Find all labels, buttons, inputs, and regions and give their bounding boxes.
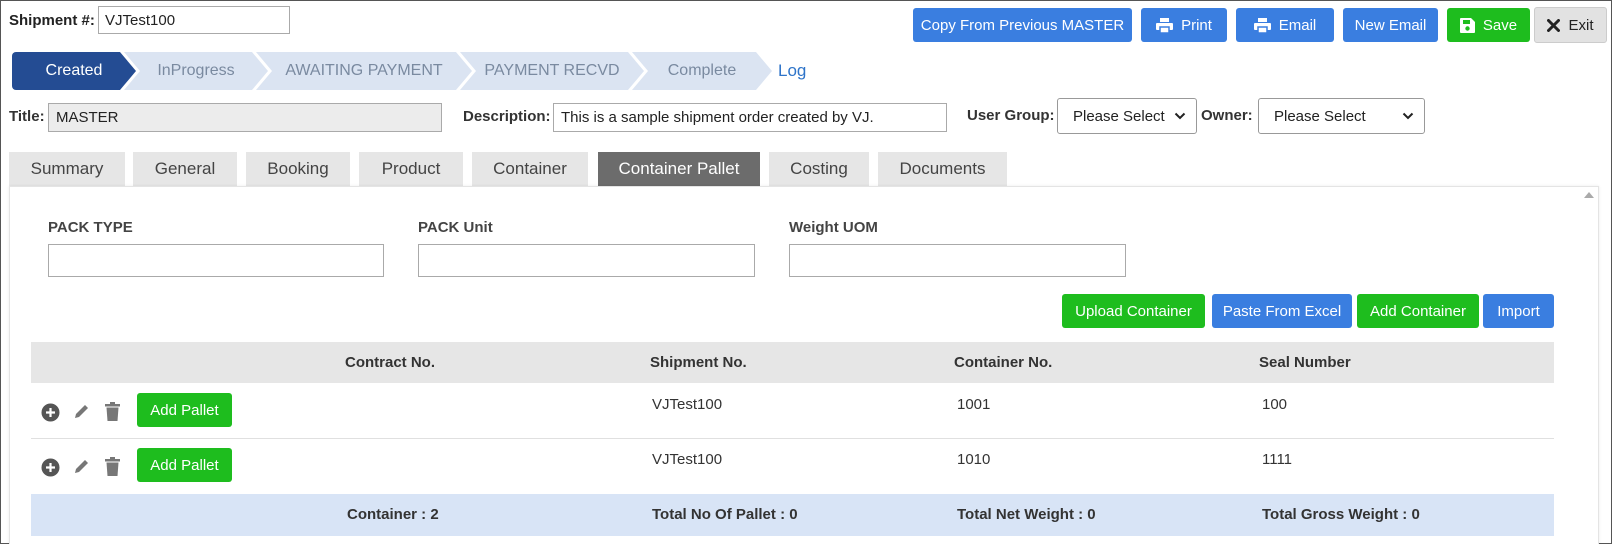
add-pallet-label: Add Pallet [150,456,219,474]
tab-label: Summary [30,159,104,178]
tab-container[interactable]: Container [472,152,588,186]
print-button[interactable]: Print [1141,8,1227,42]
step-payment-recvd[interactable]: PAYMENT RECVD [460,52,644,90]
cell-shipment: VJTest100 [652,396,723,413]
tab-label: General [154,159,216,178]
exit-button[interactable]: Exit [1534,7,1607,43]
total-containers: Container : 2 [347,506,439,523]
pack-unit-label: PACK Unit [418,219,493,236]
pack-type-input[interactable] [48,244,384,277]
scroll-up-arrow[interactable] [1584,192,1594,198]
row-divider [31,438,1554,439]
tab-booking[interactable]: Booking [246,152,350,186]
total-net-weight: Total Net Weight : 0 [957,506,1096,523]
new-email-button-label: New Email [1354,16,1427,34]
tab-product[interactable]: Product [359,152,463,186]
total-pallets: Total No Of Pallet : 0 [652,506,798,523]
weight-uom-input[interactable] [789,244,1126,277]
column-header-container[interactable]: Container No. [954,354,1052,371]
chevron-down-icon [1174,112,1186,120]
pencil-icon[interactable] [72,402,91,421]
tab-label: Container [493,159,567,178]
owner-select[interactable]: Please Select [1258,98,1425,134]
column-header-contract[interactable]: Contract No. [345,354,435,371]
cell-container: 1010 [957,451,991,468]
cell-seal: 1111 [1262,451,1293,468]
print-icon [1156,17,1174,33]
print-icon [1253,17,1271,33]
step-created[interactable]: Created [12,52,136,90]
paste-from-excel-button[interactable]: Paste From Excel [1212,294,1352,328]
tab-general[interactable]: General [133,152,237,186]
add-container-button[interactable]: Add Container [1357,294,1479,328]
user-group-select[interactable]: Please Select [1057,98,1197,134]
shipment-number-label: Shipment #: [9,12,95,29]
floppy-disk-icon [1459,17,1475,33]
tab-label: Documents [899,159,986,178]
close-icon [1547,18,1561,32]
step-complete[interactable]: Complete [632,52,772,90]
add-container-label: Add Container [1370,302,1466,320]
pack-unit-input[interactable] [418,244,755,277]
save-button-label: Save [1482,16,1518,34]
tab-documents[interactable]: Documents [878,152,1007,186]
step-inprogress[interactable]: InProgress [124,52,268,90]
step-label: PAYMENT RECVD [484,62,620,79]
import-button[interactable]: Import [1483,294,1554,328]
tab-label: Container Pallet [618,159,740,178]
total-gross-weight: Total Gross Weight : 0 [1262,506,1420,523]
tab-container-pallet[interactable]: Container Pallet [598,152,760,186]
import-label: Import [1497,302,1540,320]
copy-from-previous-button[interactable]: Copy From Previous MASTER [913,8,1132,42]
owner-value: Please Select [1274,107,1366,125]
exit-button-label: Exit [1568,16,1594,34]
save-button[interactable]: Save [1447,8,1530,42]
upload-container-label: Upload Container [1075,302,1192,320]
pack-type-label: PACK TYPE [48,219,133,236]
pencil-icon[interactable] [72,457,91,476]
tab-label: Costing [790,159,848,178]
shipment-number-input[interactable] [98,6,290,34]
add-pallet-label: Add Pallet [150,401,219,419]
user-group-label: User Group: [967,107,1055,124]
email-button-label: Email [1278,16,1317,34]
step-label: Complete [667,62,737,79]
step-label: AWAITING PAYMENT [285,62,443,79]
step-label: InProgress [157,62,235,79]
print-button-label: Print [1181,16,1212,34]
cell-shipment: VJTest100 [652,451,723,468]
description-label: Description: [463,108,551,125]
title-label: Title: [9,108,45,125]
plus-circle-icon[interactable] [41,458,60,477]
column-header-shipment[interactable]: Shipment No. [650,354,747,371]
chevron-down-icon [1402,112,1414,120]
paste-from-excel-label: Paste From Excel [1222,302,1342,320]
copy-button-label: Copy From Previous MASTER [920,16,1125,34]
trash-icon[interactable] [104,457,121,476]
tab-label: Product [381,159,441,178]
owner-label: Owner: [1201,107,1253,124]
tab-costing[interactable]: Costing [769,152,869,186]
add-pallet-button[interactable]: Add Pallet [137,393,232,427]
step-label: Created [45,62,103,79]
plus-circle-icon[interactable] [41,403,60,422]
weight-uom-label: Weight UOM [789,219,878,236]
cell-container: 1001 [957,396,991,413]
title-input[interactable] [48,103,442,132]
tab-label: Booking [267,159,329,178]
trash-icon[interactable] [104,402,121,421]
column-header-seal[interactable]: Seal Number [1259,354,1351,371]
add-pallet-button[interactable]: Add Pallet [137,448,232,482]
tab-summary[interactable]: Summary [9,152,125,186]
step-awaiting-payment[interactable]: AWAITING PAYMENT [256,52,472,90]
description-input[interactable] [553,103,947,132]
user-group-value: Please Select [1073,107,1165,125]
upload-container-button[interactable]: Upload Container [1062,294,1205,328]
cell-seal: 100 [1262,396,1288,413]
log-link[interactable]: Log [778,61,806,81]
new-email-button[interactable]: New Email [1343,8,1438,42]
email-button[interactable]: Email [1236,8,1334,42]
